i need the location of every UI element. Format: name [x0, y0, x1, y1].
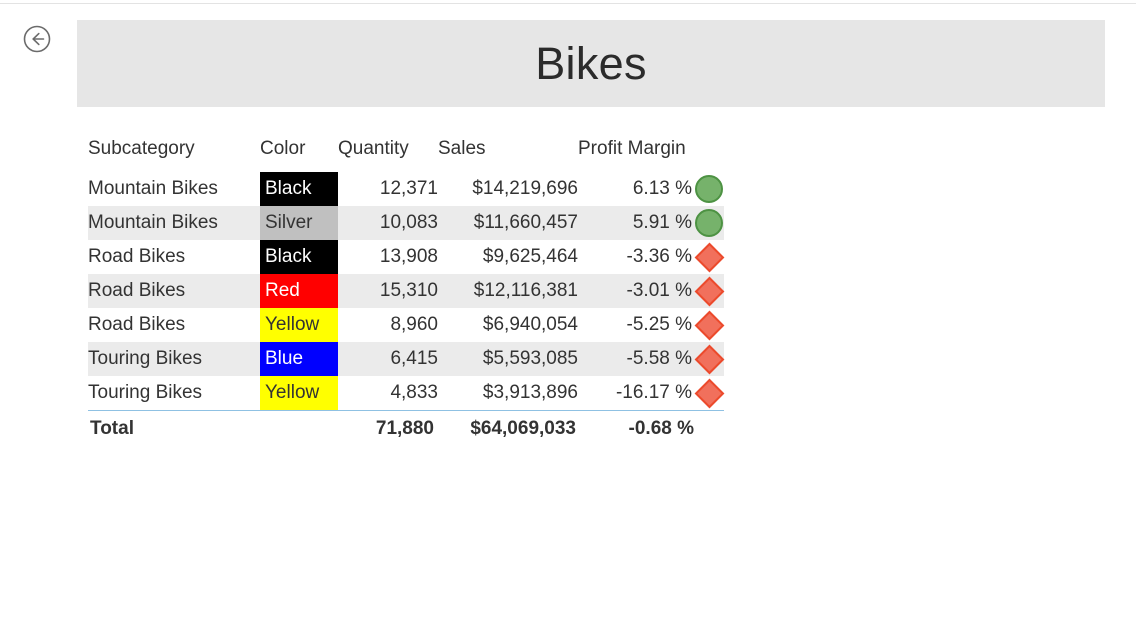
cell-color: Yellow	[260, 376, 338, 411]
total-profit-margin: -0.68 %	[578, 410, 724, 447]
profit-margin-value: 6.13 %	[632, 178, 692, 199]
cell-subcategory: Mountain Bikes	[88, 178, 218, 199]
color-swatch: Blue	[260, 342, 338, 376]
cell-profit-margin: 6.13 %	[578, 172, 724, 206]
cell-profit-margin: -3.01 %	[578, 274, 724, 308]
total-label: Total	[88, 410, 260, 447]
table-header-row: Subcategory Color Quantity Sales Profit …	[88, 132, 724, 172]
column-header-sales[interactable]: Sales	[438, 132, 578, 172]
profit-margin-value: -16.17 %	[615, 382, 692, 403]
color-swatch: Black	[260, 240, 338, 274]
cell-color: Blue	[260, 342, 338, 376]
cell-quantity: 12,371	[379, 178, 438, 199]
cell-sales: $14,219,696	[472, 178, 578, 199]
cell-sales: $5,593,085	[438, 342, 578, 376]
table-row[interactable]: Mountain Bikes Silver 10,083 $11,660,457…	[88, 206, 724, 240]
matrix-visual[interactable]: Subcategory Color Quantity Sales Profit …	[88, 132, 724, 447]
top-divider	[0, 3, 1136, 4]
cell-quantity: 15,310	[338, 274, 438, 308]
cell-sales: $11,660,457	[438, 206, 578, 240]
cell-quantity: 6,415	[338, 342, 438, 376]
column-header-color[interactable]: Color	[260, 132, 338, 172]
profit-margin-value: -5.58 %	[626, 348, 692, 369]
profit-margin-value: -3.36 %	[626, 246, 692, 267]
color-swatch: Black	[260, 172, 338, 206]
matrix-table: Subcategory Color Quantity Sales Profit …	[88, 132, 724, 447]
column-header-profit-margin[interactable]: Profit Margin	[578, 132, 724, 172]
kpi-status-bad-icon	[694, 344, 724, 375]
cell-profit-margin: -5.58 %	[578, 342, 724, 376]
table-body: Mountain Bikes Black 12,371 $14,219,696 …	[88, 172, 724, 447]
table-total-row: Total 71,880 $64,069,033 -0.68 %	[88, 410, 724, 447]
cell-color: Yellow	[260, 308, 338, 342]
cell-profit-margin: 5.91 %	[578, 206, 724, 240]
column-header-quantity[interactable]: Quantity	[338, 132, 438, 172]
kpi-status-bad-icon	[694, 276, 724, 307]
cell-profit-margin: -5.25 %	[578, 308, 724, 342]
cell-quantity: 13,908	[379, 246, 438, 267]
table-row[interactable]: Road Bikes Red 15,310 $12,116,381 -3.01 …	[88, 274, 724, 308]
cell-subcategory: Touring Bikes	[88, 382, 203, 403]
table-row[interactable]: Touring Bikes Blue 6,415 $5,593,085 -5.5…	[88, 342, 724, 376]
page-header-banner: Bikes	[77, 20, 1105, 107]
color-swatch: Silver	[260, 206, 338, 240]
cell-subcategory: Road Bikes	[88, 274, 260, 308]
column-header-subcategory[interactable]: Subcategory	[88, 132, 260, 172]
cell-subcategory: Road Bikes	[88, 246, 186, 267]
back-button[interactable]	[20, 22, 54, 56]
cell-sales: $6,940,054	[482, 314, 578, 335]
cell-sales: $9,625,464	[482, 246, 578, 267]
cell-quantity: 4,833	[390, 382, 438, 403]
cell-subcategory: Touring Bikes	[88, 342, 260, 376]
color-swatch: Yellow	[260, 308, 338, 342]
table-row[interactable]: Road Bikes Black 13,908 $9,625,464 -3.36…	[88, 240, 724, 274]
kpi-status-bad-icon	[694, 310, 724, 341]
total-color	[260, 410, 338, 447]
cell-color: Red	[260, 274, 338, 308]
cell-color: Silver	[260, 206, 338, 240]
kpi-status-bad-icon	[694, 378, 724, 409]
color-swatch: Yellow	[260, 376, 338, 410]
kpi-status-bad-icon	[694, 242, 724, 273]
cell-color: Black	[260, 240, 338, 274]
cell-profit-margin: -3.36 %	[578, 240, 724, 274]
cell-quantity: 8,960	[390, 314, 438, 335]
cell-color: Black	[260, 172, 338, 206]
table-row[interactable]: Mountain Bikes Black 12,371 $14,219,696 …	[88, 172, 724, 206]
color-swatch: Red	[260, 274, 338, 308]
cell-sales: $12,116,381	[438, 274, 578, 308]
kpi-status-good-icon	[694, 174, 724, 204]
cell-profit-margin: -16.17 %	[578, 376, 724, 411]
table-header: Subcategory Color Quantity Sales Profit …	[88, 132, 724, 172]
cell-subcategory: Road Bikes	[88, 314, 186, 335]
profit-margin-value: -5.25 %	[626, 314, 692, 335]
back-arrow-circle-icon	[22, 24, 52, 54]
kpi-status-good-icon	[694, 208, 724, 238]
cell-sales: $3,913,896	[482, 382, 578, 403]
cell-quantity: 10,083	[338, 206, 438, 240]
total-sales: $64,069,033	[438, 410, 578, 447]
table-row[interactable]: Touring Bikes Yellow 4,833 $3,913,896 -1…	[88, 376, 724, 411]
profit-margin-value: -3.01 %	[626, 280, 692, 301]
profit-margin-value: 5.91 %	[632, 212, 692, 233]
cell-subcategory: Mountain Bikes	[88, 206, 260, 240]
table-row[interactable]: Road Bikes Yellow 8,960 $6,940,054 -5.25…	[88, 308, 724, 342]
total-quantity: 71,880	[338, 410, 438, 447]
page-title: Bikes	[535, 38, 647, 89]
